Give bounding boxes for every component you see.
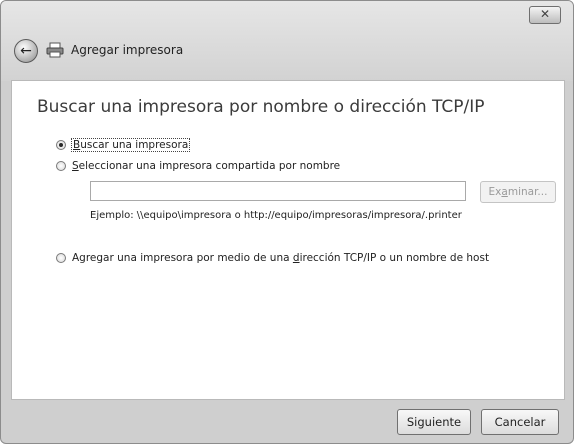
radio-add-by-tcpip[interactable]: Agregar una impresora por medio de una d… [56,252,489,264]
window-title: Agregar impresora [71,43,184,57]
back-arrow-icon: ← [20,43,32,59]
radio-select-shared-printer[interactable]: Seleccionar una impresora compartida por… [56,160,340,172]
next-button[interactable]: Siguiente [397,409,471,435]
content-panel: Buscar una impresora por nombre o direcc… [11,80,565,400]
browse-button[interactable]: Examinar... [480,181,556,203]
radio-button[interactable] [56,140,66,150]
radio-search-printer-label: Buscar una impresora [70,138,191,152]
radio-button[interactable] [56,253,66,263]
radio-select-shared-label: Seleccionar una impresora compartida por… [72,160,341,172]
example-text: Ejemplo: \\equipo\impresora o http://equ… [90,210,462,221]
close-button[interactable]: ✕ [529,6,561,24]
radio-search-printer[interactable]: Buscar una impresora [56,138,191,152]
title-bar: ✕ ← Agregar impresora [1,1,573,81]
radio-add-by-tcpip-label: Agregar una impresora por medio de una d… [72,252,490,264]
radio-button[interactable] [56,161,66,171]
shared-printer-name-input[interactable] [90,181,466,201]
close-icon: ✕ [539,7,551,21]
cancel-button[interactable]: Cancelar [481,409,559,435]
back-button[interactable]: ← [14,39,38,63]
add-printer-window: ✕ ← Agregar impresora Buscar una impreso… [0,0,574,444]
page-heading: Buscar una impresora por nombre o direcc… [37,97,485,117]
printer-icon [46,42,64,58]
